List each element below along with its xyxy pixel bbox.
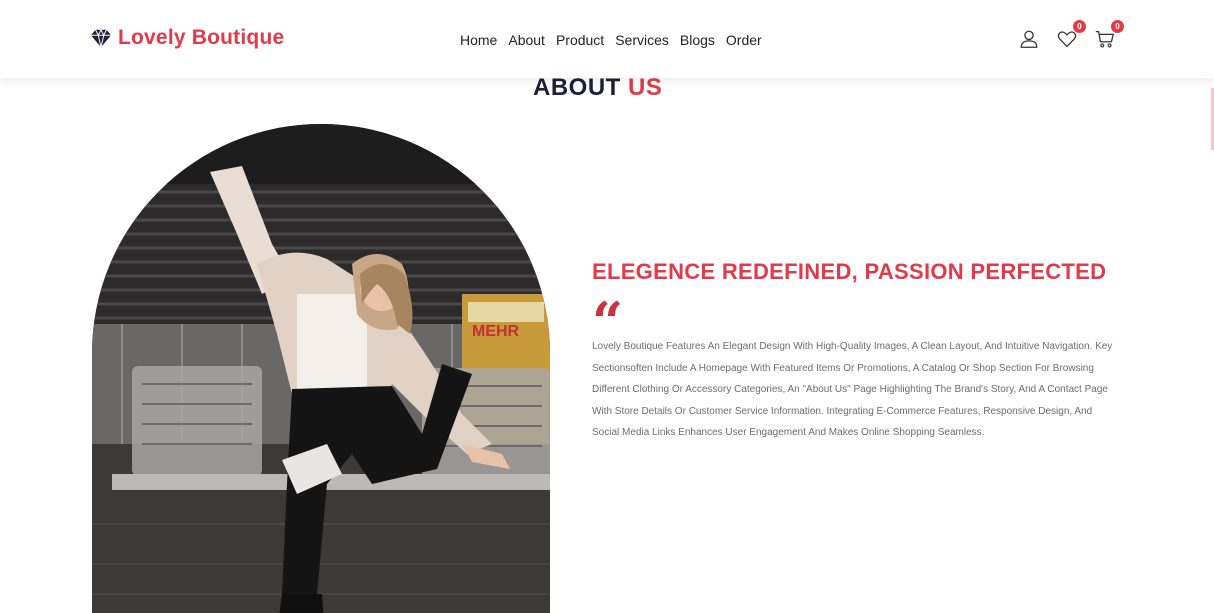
about-heading-dark: ABOUT (533, 74, 621, 101)
nav-order[interactable]: Order (726, 32, 762, 48)
brand-name: Lovely Boutique (118, 26, 285, 49)
nav-product[interactable]: Product (556, 32, 604, 48)
site-header: Lovely Boutique Home About Product Servi… (0, 0, 1214, 78)
header-actions: 0 0 (1018, 20, 1124, 50)
brand-logo[interactable]: Lovely Boutique (90, 26, 284, 50)
about-heading-accent: US (628, 74, 663, 101)
nav-home[interactable]: Home (460, 32, 497, 48)
about-content: ELEGENCE REDEFINED, PASSION PERFECTED “ … (592, 252, 1132, 444)
about-photo: MEHR (92, 124, 550, 613)
nav-services[interactable]: Services (615, 32, 669, 48)
cart-button[interactable]: 0 (1094, 20, 1124, 50)
quote-icon: “ (592, 290, 624, 354)
wishlist-count-badge: 0 (1073, 20, 1086, 33)
about-description: Lovely Boutique Features An Elegant Desi… (592, 341, 1113, 438)
about-photo-image: MEHR (92, 124, 550, 613)
nav-about[interactable]: About (508, 32, 545, 48)
wishlist-button[interactable]: 0 (1056, 20, 1086, 50)
about-headline: ELEGENCE REDEFINED, PASSION PERFECTED (592, 259, 1107, 284)
account-button[interactable] (1018, 24, 1042, 50)
user-icon (1020, 30, 1038, 48)
photo-sign-text: MEHR (472, 323, 520, 340)
main-nav: Home About Product Services Blogs Order (460, 32, 762, 48)
about-us-heading: ABOUT US (533, 74, 662, 102)
nav-blogs[interactable]: Blogs (680, 32, 715, 48)
diamond-icon (90, 28, 112, 48)
cart-count-badge: 0 (1111, 20, 1124, 33)
